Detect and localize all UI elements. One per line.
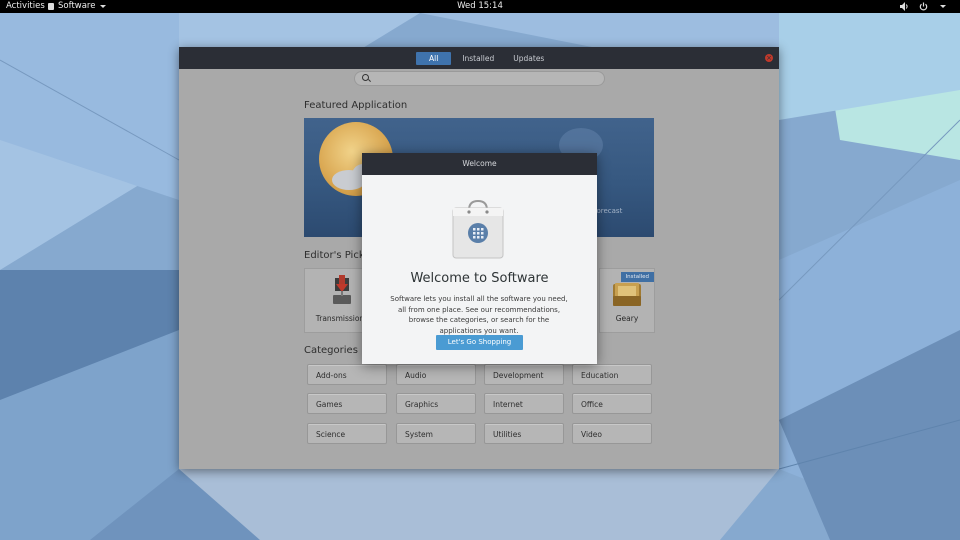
featured-section-title: Featured Application (304, 100, 408, 111)
category-button[interactable]: Utilities (484, 423, 564, 444)
category-button[interactable]: Add-ons (307, 364, 387, 385)
close-icon[interactable]: × (765, 54, 773, 62)
lets-go-shopping-button[interactable]: Let's Go Shopping (436, 335, 523, 350)
shopping-bag-icon (452, 200, 504, 259)
search-icon (362, 74, 369, 81)
clock[interactable]: Wed 15:14 (0, 0, 960, 13)
system-status-area[interactable] (900, 0, 946, 13)
top-bar: Activities Software Wed 15:14 (0, 0, 960, 13)
category-button[interactable]: Video (572, 423, 652, 444)
tab-updates[interactable]: Updates (505, 52, 552, 65)
dialog-body-text: Software lets you install all the softwa… (390, 295, 568, 335)
transmission-app-icon (333, 275, 351, 304)
categories-title: Categories (304, 345, 358, 356)
dialog-heading: Welcome to Software (410, 271, 549, 286)
volume-icon (900, 2, 908, 11)
header-bar: All Installed Updates × (179, 47, 779, 69)
editors-picks-title: Editor's Picks (304, 250, 370, 261)
category-button[interactable]: Internet (484, 393, 564, 414)
power-icon (919, 2, 928, 11)
welcome-dialog: Welcome Welcome to Software Software let… (362, 153, 597, 364)
chevron-down-icon (940, 5, 946, 8)
category-button[interactable]: Games (307, 393, 387, 414)
featured-banner-text: forecast (594, 207, 623, 215)
tab-installed[interactable]: Installed (454, 52, 502, 65)
category-button[interactable]: Development Tools (484, 364, 564, 401)
dialog-title-bar: Welcome (362, 153, 597, 175)
view-switcher: All Installed Updates (416, 52, 552, 65)
category-button[interactable]: Audio (396, 364, 476, 385)
search-bar[interactable] (354, 71, 605, 86)
category-button[interactable]: System (396, 423, 476, 444)
pick-card-geary[interactable]: Installed Geary (599, 268, 655, 333)
pick-label: Geary (615, 314, 639, 323)
category-button[interactable]: Office (572, 393, 652, 414)
geary-app-icon (613, 283, 641, 306)
category-button[interactable]: Science (307, 423, 387, 444)
tab-all[interactable]: All (416, 52, 452, 65)
category-button[interactable]: Education (572, 364, 652, 385)
search-input[interactable] (373, 72, 593, 85)
category-button[interactable]: Graphics (396, 393, 476, 414)
